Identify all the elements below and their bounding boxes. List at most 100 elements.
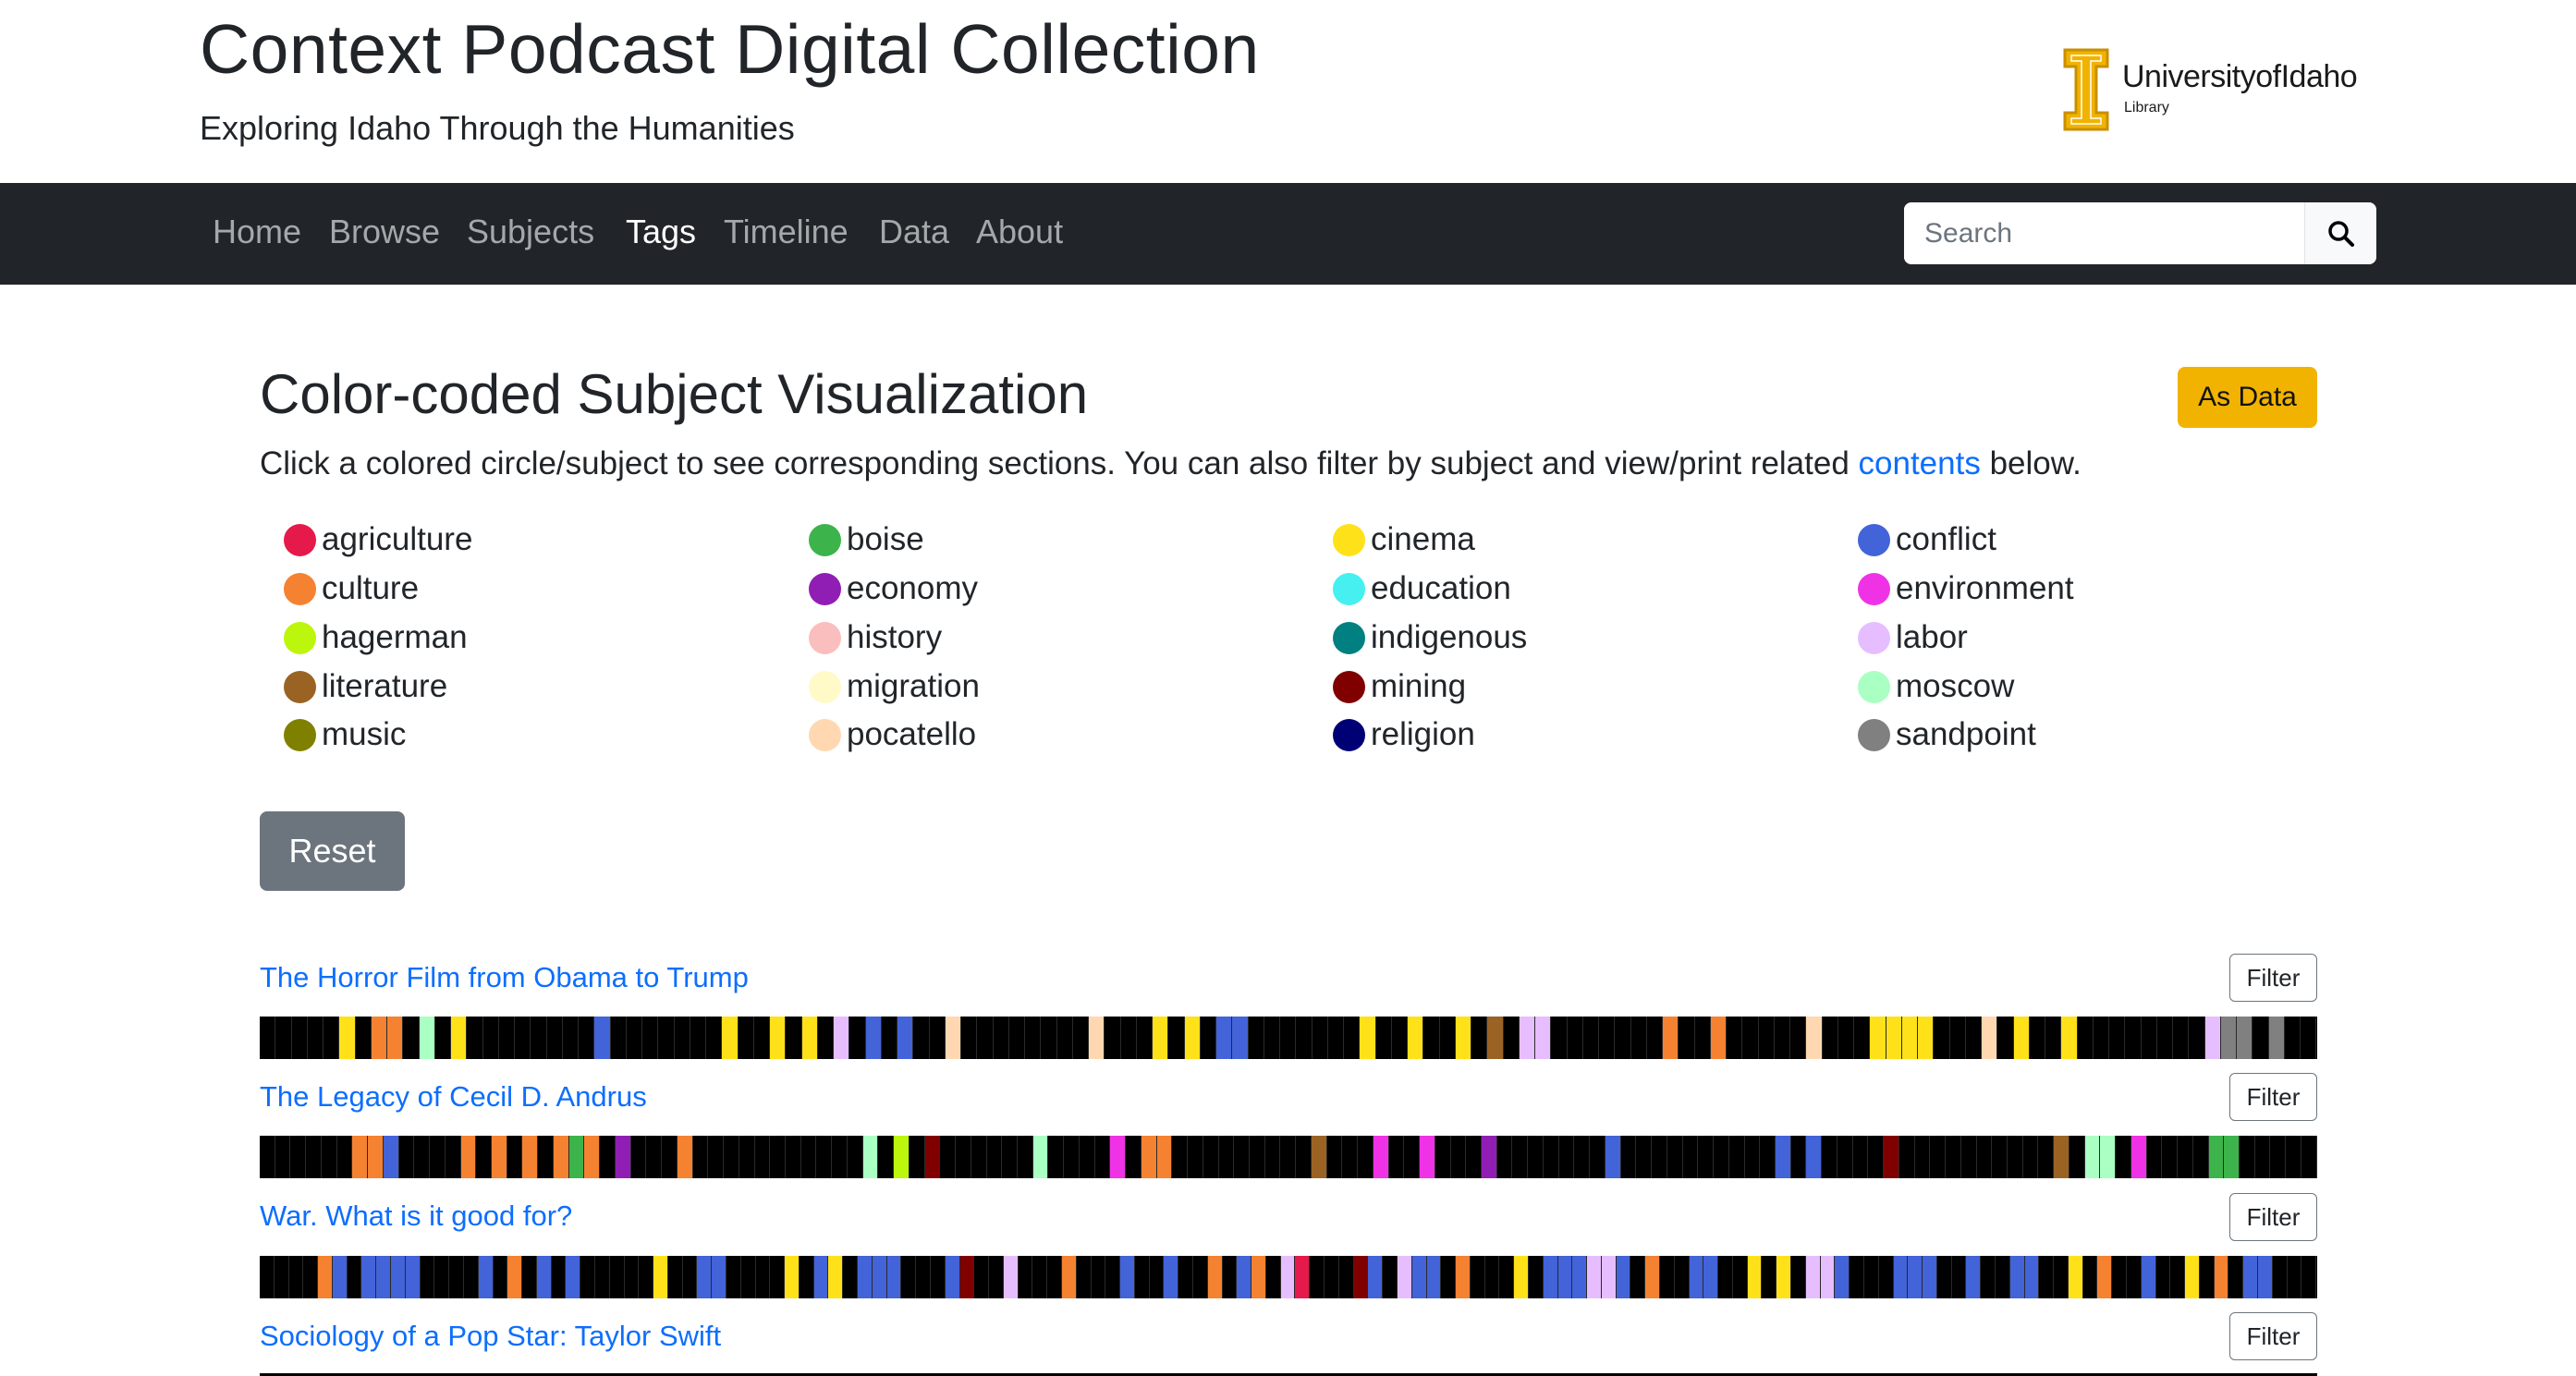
segment-cinema[interactable] (653, 1256, 668, 1298)
segment-none[interactable] (1342, 1136, 1359, 1178)
segment-conflict[interactable] (1572, 1256, 1588, 1298)
segment-none[interactable] (1822, 1136, 1837, 1178)
segment-boise[interactable] (2224, 1136, 2240, 1178)
segment-none[interactable] (2054, 1256, 2069, 1298)
segment-none[interactable] (929, 1017, 946, 1059)
segment-none[interactable] (847, 1136, 863, 1178)
segment-none[interactable] (1558, 1136, 1575, 1178)
segment-none[interactable] (682, 1256, 698, 1298)
segment-none[interactable] (2199, 1256, 2215, 1298)
segment-none[interactable] (1528, 1256, 1544, 1298)
segment-none[interactable] (2127, 1256, 2142, 1298)
legend-item-migration[interactable]: migration (809, 666, 980, 707)
segment-none[interactable] (1072, 1017, 1089, 1059)
segment-none[interactable] (1280, 1017, 1297, 1059)
segment-none[interactable] (1727, 1017, 1743, 1059)
segment-none[interactable] (1134, 1256, 1150, 1298)
segment-none[interactable] (2301, 1017, 2317, 1059)
segment-none[interactable] (1995, 1256, 2010, 1298)
segment-none[interactable] (1682, 1136, 1699, 1178)
segment-environment[interactable] (1420, 1136, 1435, 1178)
legend-label[interactable]: education (1371, 570, 1511, 607)
segment-labor[interactable] (1601, 1256, 1617, 1298)
segment-none[interactable] (1543, 1136, 1559, 1178)
segment-none[interactable] (1234, 1136, 1250, 1178)
segment-conflict[interactable] (1164, 1256, 1179, 1298)
segment-conflict[interactable] (566, 1256, 581, 1298)
subject-color-dot[interactable] (284, 670, 316, 703)
segment-labor[interactable] (1820, 1256, 1836, 1298)
segment-none[interactable] (1079, 1136, 1095, 1178)
segment-labor[interactable] (1003, 1256, 1019, 1298)
segment-labor[interactable] (1519, 1017, 1535, 1059)
segment-none[interactable] (2038, 1136, 2055, 1178)
segment-none[interactable] (1404, 1136, 1421, 1178)
reset-button[interactable]: Reset (260, 811, 405, 891)
segment-none[interactable] (740, 1256, 756, 1298)
segment-hagerman[interactable] (894, 1136, 910, 1178)
segment-culture[interactable] (1645, 1256, 1660, 1298)
nav-data[interactable]: Data (879, 213, 949, 251)
segment-none[interactable] (1002, 1136, 1018, 1178)
segment-none[interactable] (1499, 1256, 1515, 1298)
segment-none[interactable] (1503, 1017, 1520, 1059)
segment-conflict[interactable] (1966, 1256, 1982, 1298)
segment-environment[interactable] (1373, 1136, 1389, 1178)
segment-none[interactable] (467, 1017, 483, 1059)
segment-none[interactable] (1698, 1136, 1715, 1178)
segment-none[interactable] (738, 1017, 754, 1059)
legend-label[interactable]: pocatello (847, 716, 976, 753)
segment-none[interactable] (507, 1136, 523, 1178)
segment-none[interactable] (662, 1136, 678, 1178)
segment-labor[interactable] (2204, 1017, 2221, 1059)
segment-conflict[interactable] (1835, 1256, 1850, 1298)
segment-culture[interactable] (1207, 1256, 1223, 1298)
segment-culture[interactable] (507, 1256, 523, 1298)
segment-culture[interactable] (1456, 1256, 1471, 1298)
segment-conflict[interactable] (2141, 1256, 2156, 1298)
segment-cinema[interactable] (2185, 1256, 2200, 1298)
segment-none[interactable] (1265, 1256, 1281, 1298)
university-logo[interactable]: UniversityofIdaho Library (2063, 48, 2377, 140)
segment-none[interactable] (1960, 1136, 1977, 1178)
segment-none[interactable] (2116, 1136, 2131, 1178)
segment-conflict[interactable] (478, 1256, 494, 1298)
segment-boise[interactable] (2208, 1136, 2225, 1178)
subject-color-dot[interactable] (1333, 572, 1365, 605)
segment-none[interactable] (849, 1017, 866, 1059)
segment-none[interactable] (1949, 1017, 1966, 1059)
segment-conflict[interactable] (1923, 1256, 1937, 1298)
segment-none[interactable] (1758, 1017, 1775, 1059)
segment-culture[interactable] (677, 1136, 693, 1178)
legend-item-agriculture[interactable]: agriculture (284, 519, 472, 560)
segment-none[interactable] (1854, 1017, 1871, 1059)
segment-none[interactable] (909, 1136, 925, 1178)
segment-cinema[interactable] (785, 1256, 800, 1298)
segment-none[interactable] (303, 1256, 319, 1298)
segment-none[interactable] (307, 1017, 324, 1059)
segment-none[interactable] (1264, 1136, 1281, 1178)
segment-conflict[interactable] (391, 1256, 406, 1298)
segment-none[interactable] (940, 1136, 957, 1178)
segment-none[interactable] (1714, 1136, 1729, 1178)
legend-label[interactable]: literature (322, 668, 447, 705)
legend-item-labor[interactable]: labor (1858, 617, 1968, 658)
segment-moscow[interactable] (862, 1136, 879, 1178)
segment-none[interactable] (1878, 1256, 1894, 1298)
segment-moscow[interactable] (2084, 1136, 2101, 1178)
segment-none[interactable] (799, 1256, 814, 1298)
segment-none[interactable] (1041, 1017, 1057, 1059)
segment-none[interactable] (1105, 1017, 1121, 1059)
segment-none[interactable] (1551, 1017, 1568, 1059)
legend-label[interactable]: religion (1371, 716, 1475, 753)
legend-item-boise[interactable]: boise (809, 519, 924, 560)
segment-moscow[interactable] (2100, 1136, 2117, 1178)
segment-none[interactable] (800, 1136, 817, 1178)
segment-conflict[interactable] (2024, 1256, 2040, 1298)
segment-none[interactable] (420, 1256, 435, 1298)
segment-none[interactable] (624, 1256, 640, 1298)
segment-none[interactable] (2270, 1136, 2287, 1178)
segment-none[interactable] (989, 1256, 1004, 1298)
segment-none[interactable] (2141, 1017, 2157, 1059)
segment-none[interactable] (1310, 1256, 1325, 1298)
